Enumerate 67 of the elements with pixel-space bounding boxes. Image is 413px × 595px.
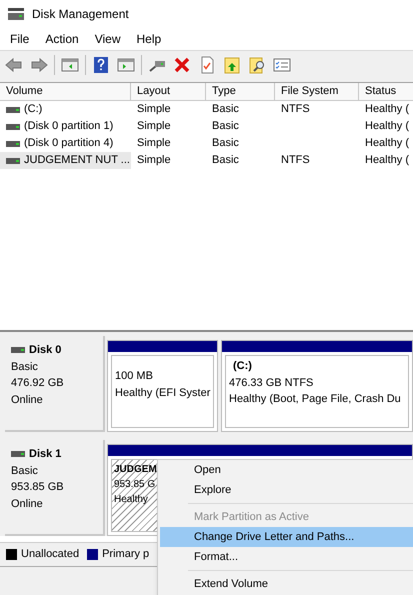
drive-icon: [11, 347, 25, 354]
column-header[interactable]: Status: [359, 83, 413, 101]
drive-icon: [6, 140, 20, 146]
table-cell-text: Healthy (: [364, 153, 410, 168]
table-cell-text: NTFS: [280, 102, 310, 118]
volume-name: JUDGEMENT NUT ...: [24, 153, 130, 168]
table-cell-text: Basic: [211, 136, 239, 152]
table-cell-text: Healthy (: [364, 102, 410, 118]
context-menu-item[interactable]: Open: [160, 460, 413, 480]
partition-size: 476.33 GB NTFS: [229, 376, 314, 390]
table-cell-text: Healthy (: [364, 136, 410, 152]
partition-status: Healthy (EFI Syster: [115, 386, 210, 400]
disk-name: Disk 1: [29, 447, 62, 462]
drive-icon: [6, 158, 20, 164]
table-cell[interactable]: JUDGEMENT NUT ...: [0, 152, 131, 169]
table-cell-text: Basic: [211, 119, 239, 134]
disk-type: Basic: [11, 360, 39, 374]
context-menu-item[interactable]: Change Drive Letter and Paths...: [160, 527, 413, 547]
disk-size: 476.92 GB: [11, 376, 65, 391]
legend-label: Unallocated: [21, 547, 80, 562]
disk-app-icon: [8, 8, 24, 20]
partition-block[interactable]: (C:) 476.33 GB NTFS Healthy (Boot, Page File, Crash Du: [221, 340, 413, 432]
table-cell[interactable]: (Disk 0 partition 4): [0, 135, 118, 152]
partition-status: Healthy (Boot, Page File, Crash Du: [229, 392, 401, 407]
table-cell-text: NTFS: [280, 153, 310, 168]
table-cell-text: Basic: [211, 102, 239, 118]
table-cell-text: Simple: [136, 119, 171, 134]
volume-name: (Disk 0 partition 1): [24, 119, 114, 134]
menu-item[interactable]: View: [86, 30, 128, 48]
drive-icon: [6, 106, 20, 112]
table-cell[interactable]: (C:): [0, 101, 46, 118]
table-cell-text: Simple: [136, 136, 171, 152]
menu-item[interactable]: Action: [37, 30, 87, 48]
partition-block[interactable]: 100 MB Healthy (EFI Syster: [107, 340, 218, 432]
table-cell[interactable]: (Disk 0 partition 1): [0, 118, 118, 135]
volume-name: (Disk 0 partition 4): [24, 136, 114, 152]
context-menu-item[interactable]: Explore: [160, 480, 413, 500]
table-cell-text: Basic: [211, 153, 239, 168]
volume-name: (C:): [24, 102, 42, 118]
drive-icon: [6, 124, 20, 130]
column-header[interactable]: Layout: [131, 83, 206, 101]
table-cell-text: Simple: [136, 102, 171, 118]
column-header[interactable]: Type: [206, 83, 275, 101]
disk-status: Online: [11, 496, 44, 512]
disk-status: Online: [11, 392, 44, 408]
menu-item[interactable]: Help: [128, 30, 170, 48]
window-title: Disk Management: [32, 6, 129, 23]
partition-title: (C:): [232, 359, 252, 374]
partition-status: Healthy: [114, 493, 148, 507]
table-cell-text: Healthy (: [364, 119, 410, 134]
folder-up-icon[interactable]: [222, 54, 242, 74]
legend-label: Primary p: [102, 547, 150, 562]
disk-type: Basic: [11, 464, 39, 478]
column-header[interactable]: File System: [275, 83, 359, 101]
disk-size: 953.85 GB: [11, 480, 65, 495]
folder-search-icon[interactable]: [247, 54, 267, 74]
context-menu-item[interactable]: Format...: [160, 547, 413, 567]
table-cell-text: Simple: [136, 153, 171, 168]
disk-name: Disk 0: [29, 343, 62, 358]
partition-size: 953.85 G: [114, 478, 156, 492]
column-header[interactable]: Volume: [0, 83, 131, 101]
drive-icon: [11, 451, 25, 458]
partition-title: JUDGEM: [114, 463, 157, 477]
menu-item[interactable]: File: [2, 30, 38, 48]
partition-size: 100 MB: [115, 369, 153, 384]
help-icon[interactable]: [91, 54, 111, 74]
context-menu-item[interactable]: Extend Volume: [160, 574, 413, 594]
